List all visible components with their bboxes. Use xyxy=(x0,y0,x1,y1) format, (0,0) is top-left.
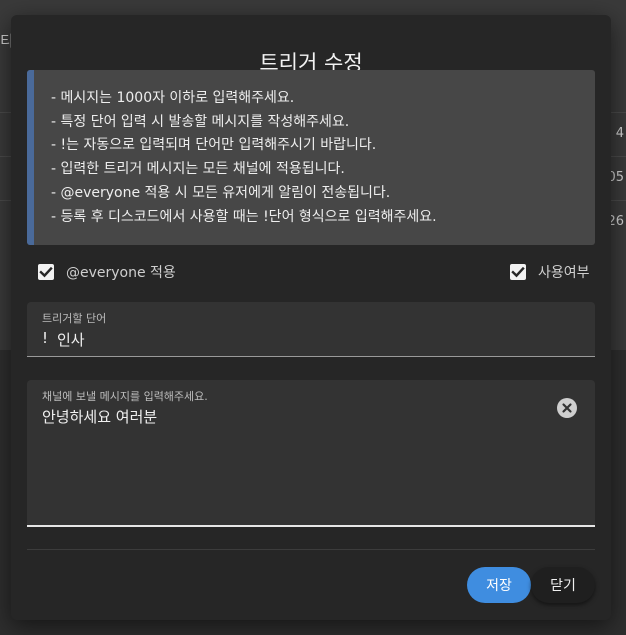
message-textarea[interactable]: 안녕하세요 여러분 xyxy=(42,406,157,427)
message-label: 채널에 보낼 메시지를 입력해주세요. xyxy=(42,390,208,403)
use-checkbox[interactable] xyxy=(510,264,526,280)
use-checkbox-label: 사용여부 xyxy=(538,265,590,281)
trigger-word-prefix: ! xyxy=(42,329,49,347)
notice-accent-bar xyxy=(27,70,34,245)
notice-list: - 메시지는 1000자 이하로 입력해주세요. - 특정 단어 입력 시 발송… xyxy=(51,87,437,229)
checkmark-icon xyxy=(511,266,525,278)
use-checkbox-row[interactable]: 사용여부 xyxy=(510,262,590,282)
notice-item: - 등록 후 디스코드에서 사용할 때는 !단어 형식으로 입력해주세요. xyxy=(51,208,437,225)
notice-item: - @everyone 적용 시 모든 유저에게 알림이 전송됩니다. xyxy=(51,184,391,201)
trigger-word-input[interactable]: 인사 xyxy=(57,329,85,350)
everyone-checkbox-label: @everyone 적용 xyxy=(66,265,176,281)
checkmark-icon xyxy=(39,266,53,278)
trigger-word-label: 트리거할 단어 xyxy=(42,312,107,325)
close-button[interactable]: 닫기 xyxy=(531,567,595,603)
notice-item: - !는 자동으로 입력되며 단어만 입력해주시기 바랍니다. xyxy=(51,137,377,154)
edit-trigger-dialog: 트리거 수정 - 메시지는 1000자 이하로 입력해주세요. - 특정 단어 … xyxy=(11,15,611,620)
field-underline xyxy=(27,356,595,357)
notice-item: - 특정 단어 입력 시 발송할 메시지를 작성해주세요. xyxy=(51,113,350,130)
notice-item: - 입력한 트리거 메시지는 모든 채널에 적용됩니다. xyxy=(51,161,345,178)
footer-divider xyxy=(27,549,595,550)
notice-box: - 메시지는 1000자 이하로 입력해주세요. - 특정 단어 입력 시 발송… xyxy=(27,70,595,245)
save-button[interactable]: 저장 xyxy=(467,567,531,603)
background-row-value: 4 xyxy=(615,126,624,141)
everyone-checkbox-row[interactable]: @everyone 적용 xyxy=(38,262,176,282)
notice-item: - 메시지는 1000자 이하로 입력해주세요. xyxy=(51,90,295,106)
everyone-checkbox[interactable] xyxy=(38,264,54,280)
close-circle-icon xyxy=(562,403,572,413)
clear-message-button[interactable] xyxy=(557,398,577,418)
field-underline xyxy=(27,525,595,527)
message-field[interactable]: 채널에 보낼 메시지를 입력해주세요. 안녕하세요 여러분 xyxy=(27,380,595,527)
trigger-word-field[interactable]: 트리거할 단어 ! 인사 xyxy=(27,302,595,357)
